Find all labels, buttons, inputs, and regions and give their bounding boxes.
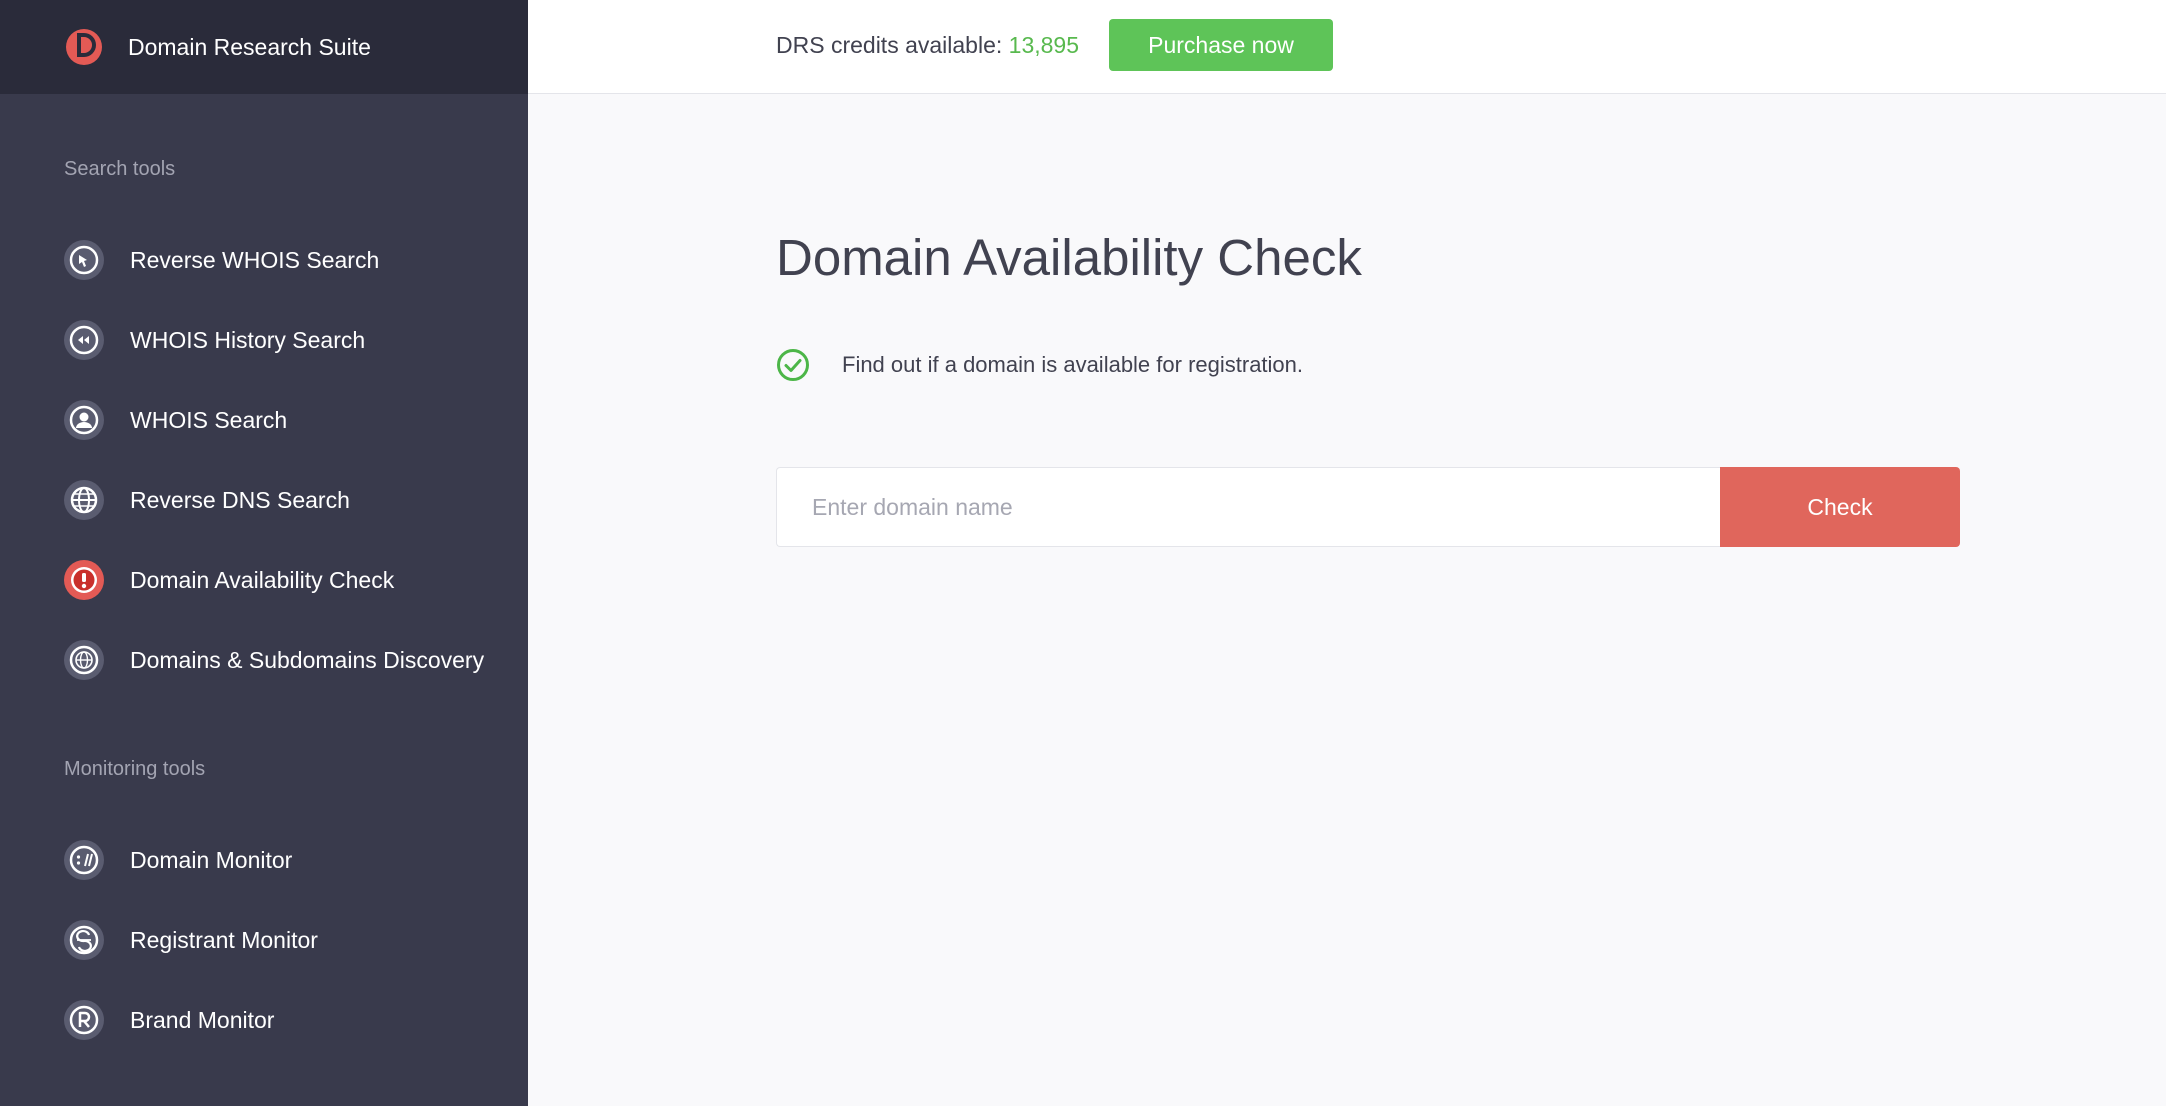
- globe-grid-icon: [64, 640, 104, 680]
- sidebar-item-domain-monitor[interactable]: Domain Monitor: [64, 835, 292, 885]
- domain-check-form: Check: [776, 467, 1960, 547]
- sidebar-item-reverse-whois-search[interactable]: Reverse WHOIS Search: [64, 235, 379, 285]
- credits-display: DRS credits available: 13,895: [776, 32, 1079, 59]
- check-button[interactable]: Check: [1720, 467, 1960, 547]
- top-bar: DRS credits available: 13,895 Purchase n…: [528, 0, 2166, 94]
- credits-value: 13,895: [1008, 32, 1080, 58]
- section-label-monitoring-tools: Monitoring tools: [64, 758, 206, 780]
- sidebar-item-label: WHOIS History Search: [130, 326, 366, 353]
- brand-logo-icon[interactable]: [64, 27, 104, 67]
- reverse-whois-icon: [64, 240, 104, 280]
- sidebar-header: Domain Research Suite: [0, 0, 528, 94]
- description-row: Find out if a domain is available for re…: [776, 348, 1303, 382]
- brand-name[interactable]: Domain Research Suite: [128, 34, 371, 61]
- rewind-icon: [64, 320, 104, 360]
- sidebar-item-label: Domain Availability Check: [130, 566, 395, 593]
- sidebar-item-label: Brand Monitor: [130, 1006, 275, 1033]
- sidebar: Domain Research Suite Search tools Rever…: [0, 0, 528, 1106]
- sidebar-item-domain-availability-check[interactable]: Domain Availability Check: [64, 555, 394, 605]
- page-title: Domain Availability Check: [776, 229, 1362, 286]
- sidebar-item-label: WHOIS Search: [130, 406, 288, 433]
- sidebar-item-reverse-dns-search[interactable]: Reverse DNS Search: [64, 475, 350, 525]
- page-description: Find out if a domain is available for re…: [842, 352, 1304, 377]
- registered-icon: [64, 1000, 104, 1040]
- purchase-now-button[interactable]: Purchase now: [1109, 19, 1333, 71]
- registrant-icon: [64, 920, 104, 960]
- sidebar-item-domains-subdomains-discovery[interactable]: Domains & Subdomains Discovery: [64, 635, 484, 685]
- sidebar-item-brand-monitor[interactable]: Brand Monitor: [64, 995, 274, 1045]
- sidebar-item-label: Reverse DNS Search: [130, 486, 350, 513]
- domain-name-input[interactable]: [776, 467, 1720, 547]
- globe-icon: [64, 480, 104, 520]
- domain-monitor-icon: [64, 840, 104, 880]
- sidebar-item-registrant-monitor[interactable]: Registrant Monitor: [64, 915, 318, 965]
- sidebar-item-label: Registrant Monitor: [130, 926, 318, 953]
- sidebar-item-label: Domains & Subdomains Discovery: [130, 646, 485, 673]
- section-label-search-tools: Search tools: [64, 158, 176, 180]
- user-icon: [64, 400, 104, 440]
- check-circle-icon: [776, 348, 810, 382]
- sidebar-item-whois-history-search[interactable]: WHOIS History Search: [64, 315, 365, 365]
- exclamation-icon: [64, 560, 104, 600]
- sidebar-item-whois-search[interactable]: WHOIS Search: [64, 395, 287, 445]
- credits-label: DRS credits available:: [776, 32, 1009, 58]
- sidebar-item-label: Domain Monitor: [130, 846, 293, 873]
- sidebar-item-label: Reverse WHOIS Search: [130, 246, 380, 273]
